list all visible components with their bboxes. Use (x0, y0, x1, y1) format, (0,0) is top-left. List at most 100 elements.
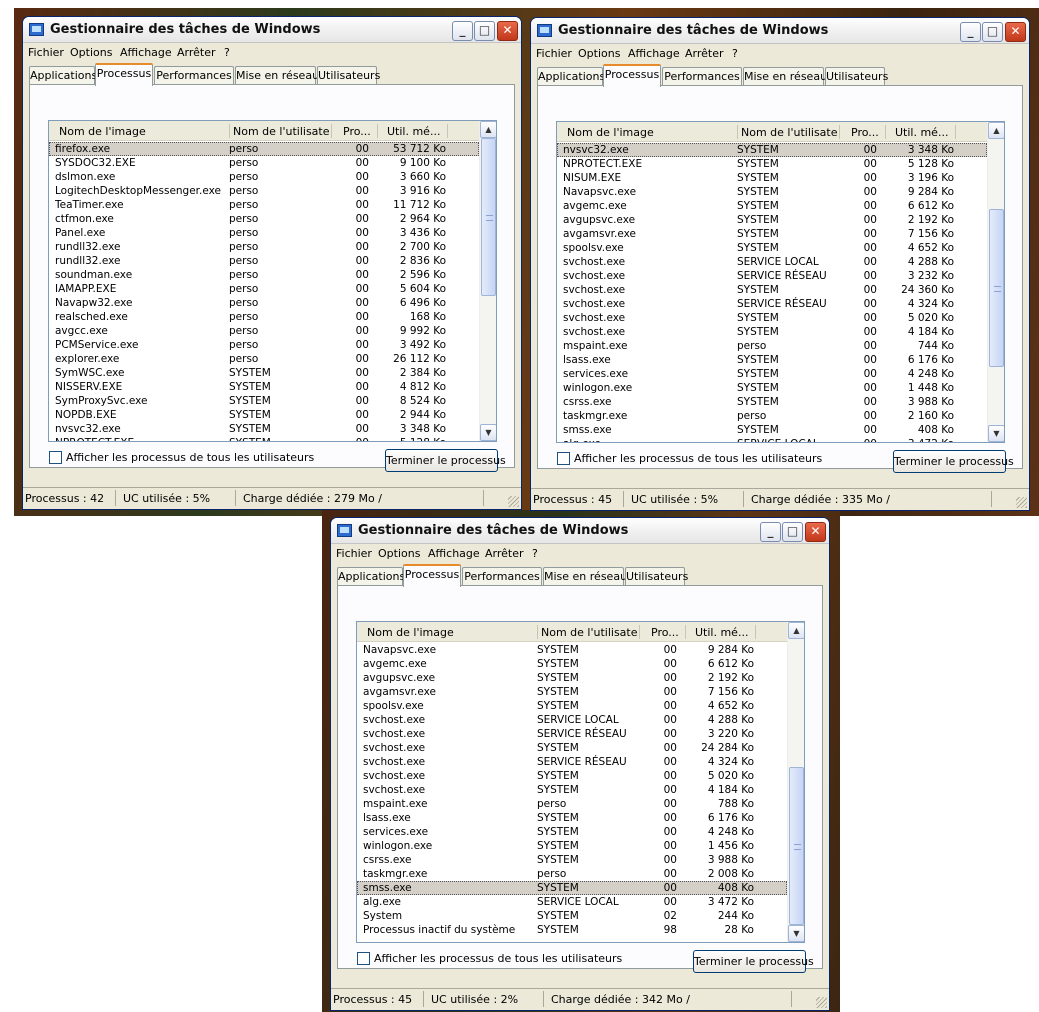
process-list[interactable]: Nom de l'image Nom de l'utilisateur Pro...… (556, 121, 1005, 443)
menu-item[interactable]: Fichier (536, 47, 572, 60)
title-bar[interactable]: Gestionnaire des tâches de Windows _ □ ✕ (531, 18, 1029, 44)
table-row[interactable]: NISUM.EXE SYSTEM 00 3 196 Ko (557, 171, 987, 185)
table-row[interactable]: mspaint.exe perso 00 744 Ko (557, 339, 987, 353)
task-manager-window[interactable]: Gestionnaire des tâches de Windows _ □ ✕ Fic… (530, 17, 1030, 511)
table-row[interactable]: taskmgr.exe perso 00 2 160 Ko (557, 409, 987, 423)
table-row[interactable]: rundll32.exe perso 00 2 836 Ko (49, 254, 479, 268)
table-row[interactable]: mspaint.exe perso 00 788 Ko (357, 797, 787, 811)
table-row[interactable]: svchost.exe SYSTEM 00 5 020 Ko (357, 769, 787, 783)
vertical-scrollbar[interactable]: ▲ ▼ (987, 122, 1004, 442)
column-header[interactable]: Pro... (651, 626, 681, 639)
column-divider[interactable] (955, 125, 956, 139)
table-row[interactable]: PCMService.exe perso 00 3 492 Ko (49, 338, 479, 352)
end-process-button[interactable]: Terminer le processus (893, 450, 1014, 473)
table-row[interactable]: firefox.exe perso 00 53 712 Ko (49, 142, 479, 156)
scroll-down-arrow-icon[interactable]: ▼ (480, 424, 496, 441)
menu-item[interactable]: ? (532, 547, 538, 560)
tab-performances[interactable]: Performances (662, 67, 742, 86)
title-bar[interactable]: Gestionnaire des tâches de Windows _ □ ✕ (331, 518, 829, 544)
menu-item[interactable]: Affichage (428, 547, 480, 560)
tab-utilisateurs[interactable]: Utilisateurs (825, 67, 888, 86)
table-row[interactable]: avgemc.exe SYSTEM 00 6 612 Ko (357, 657, 787, 671)
tab-applications[interactable]: Applications (537, 67, 605, 86)
menu-item[interactable]: Affichage (628, 47, 680, 60)
end-process-button[interactable]: Terminer le processus (385, 449, 506, 472)
table-row[interactable]: alg.exeSERVICE LOCAL003 472 Ko (357, 895, 787, 909)
menu-item[interactable]: ? (224, 46, 230, 59)
show-all-users-label[interactable]: Afficher les processus de tous les utili… (66, 451, 314, 464)
column-header[interactable]: Util. mé... (695, 626, 755, 639)
show-all-users-checkbox[interactable] (557, 452, 570, 465)
table-row[interactable]: csrss.exe SYSTEM 00 3 988 Ko (557, 395, 987, 409)
table-row[interactable]: Navapsvc.exe SYSTEM 00 9 284 Ko (557, 185, 987, 199)
title-bar[interactable]: Gestionnaire des tâches de Windows _ □ ✕ (23, 17, 521, 43)
scroll-thumb[interactable] (481, 138, 496, 296)
scroll-down-arrow-icon[interactable]: ▼ (988, 425, 1004, 442)
table-row[interactable]: IAMAPP.EXE perso 00 5 604 Ko (49, 282, 479, 296)
column-header[interactable]: Nom de l'utilisateur (741, 126, 837, 139)
table-row[interactable]: explorer.exe perso 00 26 112 Ko (49, 352, 479, 366)
scroll-up-arrow-icon[interactable]: ▲ (480, 121, 496, 138)
menu-item[interactable]: Arrêter (177, 46, 216, 59)
table-row[interactable]: svchost.exe SERVICE RÉSEAU 00 4 324 Ko (357, 755, 787, 769)
table-row[interactable]: LogitechDesktopMessenger.exe perso 00 3 916… (49, 184, 479, 198)
table-row[interactable]: winlogon.exe SYSTEM 00 1 456 Ko (357, 839, 787, 853)
show-all-users-label[interactable]: Afficher les processus de tous les utili… (374, 952, 622, 965)
menu-item[interactable]: ? (732, 47, 738, 60)
table-row[interactable]: realsched.exe perso 00 168 Ko (49, 310, 479, 324)
column-divider[interactable] (839, 125, 840, 139)
resize-grip-icon[interactable] (1016, 497, 1027, 508)
tab-performances[interactable]: Performances (154, 66, 234, 85)
menu-item[interactable]: Options (578, 47, 620, 60)
scroll-down-arrow-icon[interactable]: ▼ (788, 925, 804, 942)
column-header[interactable]: Nom de l'utilisateur (541, 626, 637, 639)
column-divider[interactable] (639, 625, 640, 639)
table-row[interactable]: System SYSTEM 02 244 Ko (357, 909, 787, 923)
minimize-button[interactable]: _ (452, 21, 473, 41)
tab-mise-en-r-seau[interactable]: Mise en réseau (743, 67, 827, 86)
tab-applications[interactable]: Applications (337, 567, 405, 586)
table-row[interactable]: soundman.exe perso 00 2 596 Ko (49, 268, 479, 282)
task-manager-window[interactable]: Gestionnaire des tâches de Windows _ □ ✕ Fic… (330, 517, 830, 1011)
table-row[interactable]: avgcc.exe perso 00 9 992 Ko (49, 324, 479, 338)
table-row[interactable]: services.exe SYSTEM 00 4 248 Ko (557, 367, 987, 381)
resize-grip-icon[interactable] (508, 496, 519, 507)
end-process-button[interactable]: Terminer le processus (693, 950, 814, 973)
tab-processus[interactable]: Processus (403, 564, 461, 587)
table-row[interactable]: Navapsvc.exe SYSTEM 00 9 284 Ko (357, 643, 787, 657)
maximize-button[interactable]: □ (982, 22, 1003, 42)
table-row[interactable]: alg.exeSERVICE LOCAL003 472 Ko (557, 437, 987, 442)
scroll-up-arrow-icon[interactable]: ▲ (788, 622, 804, 639)
tab-utilisateurs[interactable]: Utilisateurs (317, 66, 380, 85)
column-divider[interactable] (885, 125, 886, 139)
column-header[interactable]: Nom de l'image (367, 626, 537, 639)
table-row[interactable]: svchost.exe SERVICE RÉSEAU 00 3 232 Ko (557, 269, 987, 283)
menu-item[interactable]: Fichier (28, 46, 64, 59)
table-row[interactable]: SymProxySvc.exe SYSTEM 00 8 524 Ko (49, 394, 479, 408)
table-row[interactable]: Panel.exe perso 00 3 436 Ko (49, 226, 479, 240)
table-row[interactable]: svchost.exe SYSTEM 00 24 284 Ko (357, 741, 787, 755)
column-divider[interactable] (331, 124, 332, 138)
tab-applications[interactable]: Applications (29, 66, 97, 85)
column-header[interactable]: Nom de l'image (59, 125, 229, 138)
menu-item[interactable]: Options (70, 46, 112, 59)
table-row[interactable]: smss.exe SYSTEM 00 408 Ko (557, 423, 987, 437)
tab-mise-en-r-seau[interactable]: Mise en réseau (235, 66, 319, 85)
menu-item[interactable]: Arrêter (485, 547, 524, 560)
table-row[interactable]: svchost.exe SYSTEM 00 24 360 Ko (557, 283, 987, 297)
table-row[interactable]: TeaTimer.exe perso 00 11 712 Ko (49, 198, 479, 212)
column-divider[interactable] (755, 625, 756, 639)
column-divider[interactable] (377, 124, 378, 138)
menu-item[interactable]: Options (378, 547, 420, 560)
close-button[interactable]: ✕ (805, 522, 826, 542)
column-divider[interactable] (447, 124, 448, 138)
maximize-button[interactable]: □ (474, 21, 495, 41)
table-row[interactable]: NPROTECT.EXE SYSTEM00 5 128 Ko (49, 436, 479, 441)
table-row[interactable]: rundll32.exe perso 00 2 700 Ko (49, 240, 479, 254)
table-row[interactable]: avgamsvr.exe SYSTEM 00 7 156 Ko (357, 685, 787, 699)
table-row[interactable]: Processus inactif du système SYSTEM 98 28 K… (357, 923, 787, 937)
task-manager-window[interactable]: Gestionnaire des tâches de Windows _ □ ✕ Fic… (22, 16, 522, 510)
menu-item[interactable]: Affichage (120, 46, 172, 59)
column-header[interactable]: Pro... (343, 125, 373, 138)
process-list[interactable]: Nom de l'image Nom de l'utilisateur Pro...… (48, 120, 497, 442)
